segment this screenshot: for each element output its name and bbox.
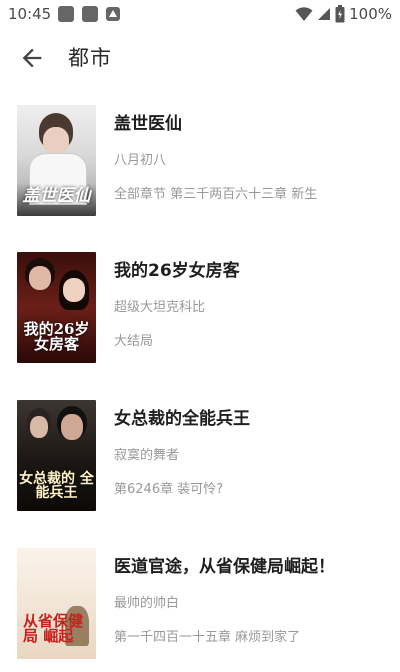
page-title: 都市 — [68, 46, 112, 70]
book-title: 我的26岁女房客 — [114, 261, 240, 281]
cover-title-text: 我的26岁 女房客 — [23, 319, 90, 354]
book-title: 女总裁的全能兵王 — [114, 409, 250, 429]
status-bar: 10:45 100% — [0, 0, 400, 28]
book-author: 超级大坦克科比 — [114, 300, 206, 315]
book-latest-chapter: 大结局 — [114, 334, 154, 349]
notification-icon — [58, 6, 74, 22]
status-right-group: 100% — [295, 5, 392, 23]
arrow-back-icon[interactable] — [18, 44, 46, 72]
book-author: 寂寞的舞者 — [114, 448, 180, 463]
book-item[interactable]: 从省保健局 崛起 医道官途，从省保健局崛起！ 最帅的帅白 第一千四百一十五章 麻… — [0, 543, 400, 663]
book-item[interactable]: 女总裁的 全能兵王 女总裁的全能兵王 寂寞的舞者 第6246章 装可怜? — [0, 395, 400, 515]
notification-icon — [82, 6, 98, 22]
book-latest-chapter: 第一千四百一十五章 麻烦到家了 — [114, 630, 301, 645]
battery-percent: 100% — [349, 5, 392, 23]
book-latest-chapter: 第6246章 装可怜? — [114, 482, 224, 497]
status-time: 10:45 — [8, 5, 52, 23]
wifi-icon — [295, 7, 313, 21]
book-title: 医道官途，从省保健局崛起！ — [114, 557, 335, 577]
book-cover[interactable]: 从省保健局 崛起 — [17, 548, 96, 659]
book-item[interactable]: 我的26岁 女房客 我的26岁女房客 超级大坦克科比 大结局 — [0, 247, 400, 367]
book-item[interactable]: 盖世医仙 盖世医仙 八月初八 全部章节 第三千两百六十三章 新生 — [0, 100, 400, 220]
book-cover[interactable]: 女总裁的 全能兵王 — [17, 400, 96, 511]
book-author: 最帅的帅白 — [114, 596, 180, 611]
app-bar: 都市 — [0, 28, 400, 88]
book-author: 八月初八 — [114, 153, 167, 168]
cover-title-text: 从省保健局 崛起 — [23, 611, 84, 646]
app-icon — [106, 7, 120, 21]
book-cover[interactable]: 我的26岁 女房客 — [17, 252, 96, 363]
book-title: 盖世医仙 — [114, 114, 182, 134]
signal-icon — [318, 8, 331, 20]
battery-icon — [335, 5, 345, 23]
cover-title-text: 女总裁的 全能兵王 — [19, 470, 94, 502]
book-cover[interactable]: 盖世医仙 — [17, 105, 96, 216]
book-latest-chapter: 全部章节 第三千两百六十三章 新生 — [114, 187, 318, 202]
cover-title-text: 盖世医仙 — [22, 186, 91, 207]
